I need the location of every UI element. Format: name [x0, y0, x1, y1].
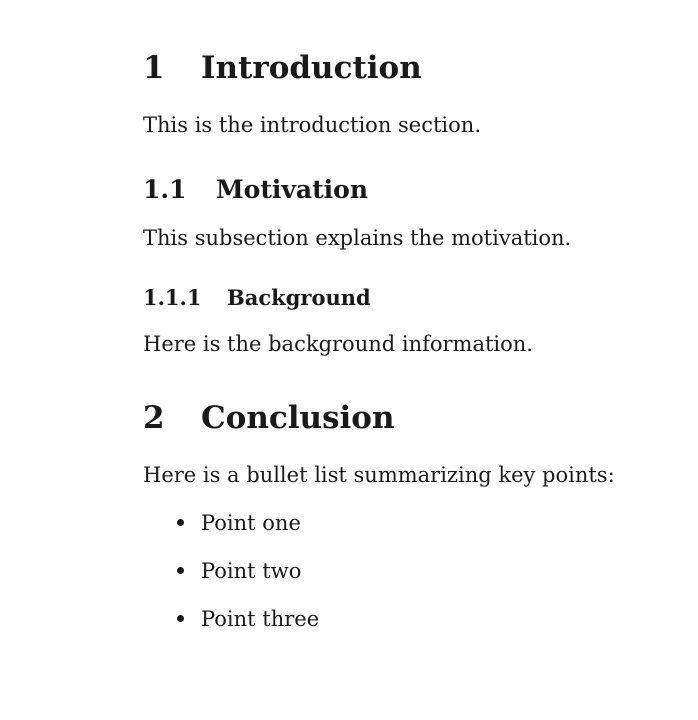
- subsubsection-heading-background: 1.1.1 Background: [143, 285, 371, 311]
- section-number: 2: [143, 400, 165, 436]
- subsection-paragraph: This subsection explains the motivation.: [143, 226, 572, 250]
- subsection-number: 1.1: [143, 175, 187, 204]
- bullet-icon: [177, 567, 184, 574]
- section-number: 1: [143, 50, 165, 86]
- list-item-text: Point one: [201, 511, 301, 535]
- subsubsection-title: Background: [227, 285, 371, 310]
- section-heading-conclusion: 2 Conclusion: [143, 400, 395, 436]
- list-item-text: Point three: [201, 607, 320, 631]
- bullet-icon: [177, 615, 184, 622]
- subsubsection-number: 1.1.1: [143, 285, 202, 310]
- section-title: Introduction: [201, 50, 422, 86]
- subsection-heading-motivation: 1.1 Motivation: [143, 175, 368, 205]
- list-item: Point two: [177, 558, 301, 584]
- section-paragraph: This is the introduction section.: [143, 113, 481, 137]
- list-item: Point one: [177, 510, 301, 536]
- bullet-icon: [177, 519, 184, 526]
- subsubsection-paragraph: Here is the background information.: [143, 332, 533, 356]
- subsection-title: Motivation: [216, 175, 369, 204]
- section-heading-introduction: 1 Introduction: [143, 50, 422, 86]
- section-title: Conclusion: [201, 400, 395, 436]
- section-paragraph: Here is a bullet list summarizing key po…: [143, 463, 615, 487]
- list-item-text: Point two: [201, 559, 302, 583]
- list-item: Point three: [177, 606, 319, 632]
